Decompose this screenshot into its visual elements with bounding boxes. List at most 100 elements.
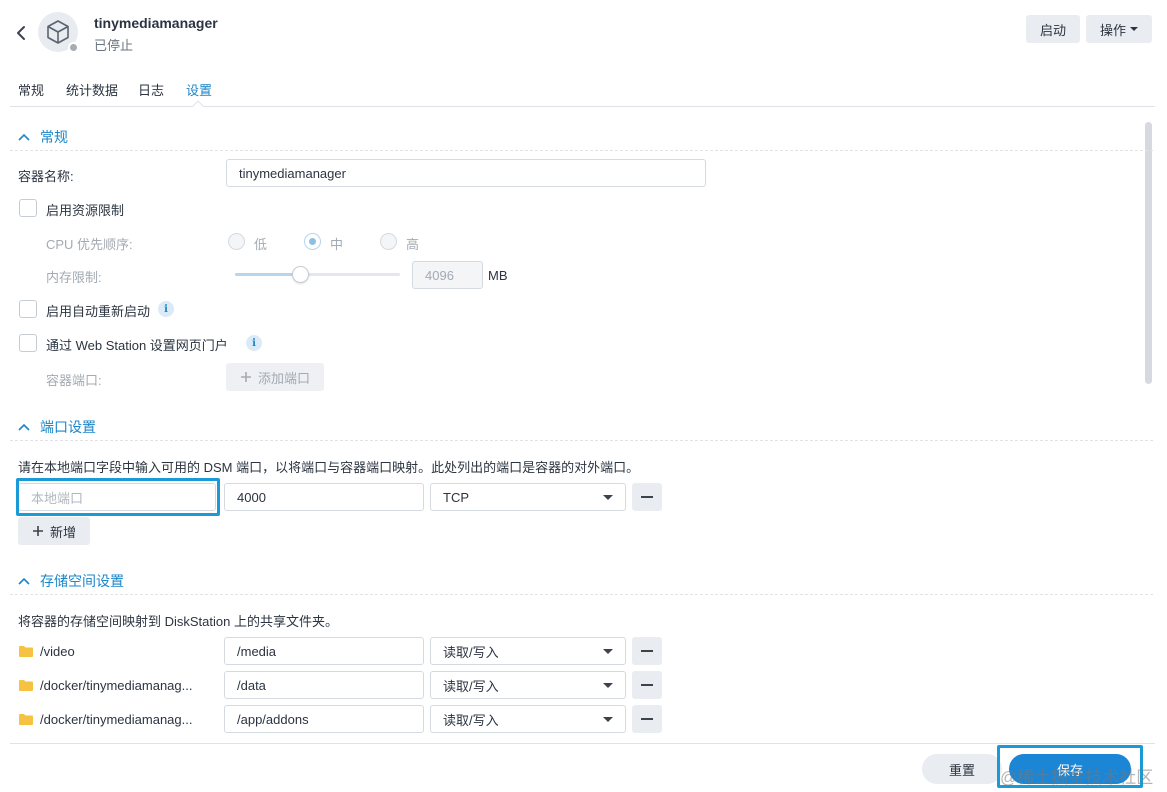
memory-limit-label: 内存限制: bbox=[46, 270, 102, 285]
chevron-up-icon bbox=[18, 577, 30, 585]
chevron-up-icon bbox=[18, 133, 30, 141]
tab-logs[interactable]: 日志 bbox=[138, 80, 164, 99]
container-port-input[interactable]: 4000 bbox=[224, 483, 424, 511]
ports-description: 请在本地端口字段中输入可用的 DSM 端口，以将端口与容器端口映射。此处列出的端… bbox=[18, 460, 640, 475]
storage-folder-path: /docker/tinymediamanag... bbox=[40, 678, 193, 693]
cpu-priority-label: CPU 优先顺序: bbox=[46, 237, 133, 252]
section-storage-header[interactable]: 存储空间设置 bbox=[18, 571, 124, 591]
protocol-select[interactable]: TCP bbox=[430, 483, 626, 511]
caret-down-icon bbox=[1130, 27, 1138, 31]
tab-active-indicator bbox=[192, 100, 204, 107]
remove-storage-button[interactable] bbox=[632, 671, 662, 699]
storage-description: 将容器的存储空间映射到 DiskStation 上的共享文件夹。 bbox=[18, 614, 338, 629]
footer-divider bbox=[10, 743, 1155, 744]
start-button[interactable]: 启动 bbox=[1026, 15, 1080, 43]
chevron-left-icon bbox=[17, 26, 25, 40]
app-status: 已停止 bbox=[94, 38, 134, 53]
section-divider bbox=[10, 594, 1153, 595]
permission-select[interactable]: 读取/写入 bbox=[430, 705, 626, 733]
local-port-input[interactable]: 本地端口 bbox=[18, 483, 216, 511]
folder-icon bbox=[19, 680, 33, 691]
minus-icon bbox=[641, 684, 653, 686]
info-icon[interactable]: i bbox=[158, 301, 174, 317]
storage-folder-path: /docker/tinymediamanag... bbox=[40, 712, 193, 727]
section-ports-header[interactable]: 端口设置 bbox=[18, 417, 96, 437]
section-storage-title: 存储空间设置 bbox=[40, 573, 124, 589]
permission-select[interactable]: 读取/写入 bbox=[430, 671, 626, 699]
package-box-icon bbox=[47, 20, 69, 44]
container-name-label: 容器名称: bbox=[18, 169, 74, 184]
web-station-checkbox[interactable] bbox=[19, 334, 37, 352]
section-general-title: 常规 bbox=[40, 129, 68, 145]
section-divider bbox=[10, 150, 1153, 151]
tab-settings[interactable]: 设置 bbox=[186, 80, 212, 99]
mount-path-input[interactable]: /data bbox=[224, 671, 424, 699]
mount-path-value: /data bbox=[237, 677, 266, 693]
section-divider bbox=[10, 440, 1153, 441]
plus-icon bbox=[240, 372, 251, 382]
remove-storage-button[interactable] bbox=[632, 637, 662, 665]
cpu-medium-radio[interactable] bbox=[304, 233, 321, 250]
container-name-input[interactable]: tinymediamanager bbox=[226, 159, 706, 187]
minus-icon bbox=[641, 650, 653, 652]
section-ports-title: 端口设置 bbox=[40, 419, 96, 435]
container-port-value: 4000 bbox=[237, 489, 266, 505]
tab-general[interactable]: 常规 bbox=[18, 80, 44, 99]
memory-slider-handle[interactable] bbox=[292, 266, 309, 283]
info-icon[interactable]: i bbox=[246, 335, 262, 351]
cpu-low-radio[interactable] bbox=[228, 233, 245, 250]
minus-icon bbox=[641, 718, 653, 720]
caret-down-icon bbox=[603, 494, 613, 500]
resource-limit-label: 启用资源限制 bbox=[46, 203, 125, 218]
tab-statistics[interactable]: 统计数据 bbox=[66, 80, 118, 99]
caret-down-icon bbox=[603, 648, 613, 654]
add-port-mapping-label: 新增 bbox=[49, 524, 76, 540]
storage-folder-path: /video bbox=[40, 644, 75, 659]
app-name: tinymediamanager bbox=[94, 15, 218, 31]
status-dot bbox=[68, 42, 79, 53]
cpu-medium-label: 中 bbox=[330, 237, 344, 252]
add-port-mapping-button[interactable]: 新增 bbox=[18, 517, 90, 545]
back-button[interactable] bbox=[12, 22, 32, 44]
auto-restart-label: 启用自动重新启动 bbox=[46, 304, 151, 319]
container-port-label: 容器端口: bbox=[46, 373, 102, 388]
add-port-button[interactable]: 添加端口 bbox=[226, 363, 324, 391]
memory-limit-input[interactable]: 4096 bbox=[412, 261, 483, 289]
memory-limit-value: 4096 bbox=[425, 267, 454, 283]
web-station-label: 通过 Web Station 设置网页门户 bbox=[46, 338, 228, 353]
operations-button[interactable]: 操作 bbox=[1086, 15, 1152, 43]
mount-path-input[interactable]: /media bbox=[224, 637, 424, 665]
permission-value: 读取/写入 bbox=[443, 712, 499, 728]
mount-path-input[interactable]: /app/addons bbox=[224, 705, 424, 733]
cpu-high-label: 高 bbox=[406, 237, 420, 252]
tabs-divider bbox=[10, 106, 1155, 107]
memory-unit: MB bbox=[488, 268, 508, 283]
scrollbar-thumb[interactable] bbox=[1145, 122, 1152, 384]
permission-value: 读取/写入 bbox=[443, 644, 499, 660]
caret-down-icon bbox=[603, 682, 613, 688]
container-name-value: tinymediamanager bbox=[239, 165, 346, 181]
add-port-label: 添加端口 bbox=[257, 370, 310, 386]
cpu-high-radio[interactable] bbox=[380, 233, 397, 250]
resource-limit-checkbox[interactable] bbox=[19, 199, 37, 217]
mount-path-value: /app/addons bbox=[237, 711, 309, 727]
permission-select[interactable]: 读取/写入 bbox=[430, 637, 626, 665]
plus-icon bbox=[32, 526, 43, 536]
chevron-up-icon bbox=[18, 423, 30, 431]
caret-down-icon bbox=[603, 716, 613, 722]
cpu-low-label: 低 bbox=[254, 237, 268, 252]
watermark: @稀土掘金技术社区 bbox=[1000, 768, 1154, 787]
mount-path-value: /media bbox=[237, 643, 277, 659]
permission-value: 读取/写入 bbox=[443, 678, 499, 694]
auto-restart-checkbox[interactable] bbox=[19, 300, 37, 318]
remove-port-button[interactable] bbox=[632, 483, 662, 511]
folder-icon bbox=[19, 646, 33, 657]
remove-storage-button[interactable] bbox=[632, 705, 662, 733]
protocol-value: TCP bbox=[443, 489, 469, 505]
reset-button[interactable]: 重置 bbox=[922, 754, 1002, 784]
local-port-placeholder: 本地端口 bbox=[31, 490, 84, 506]
operations-label: 操作 bbox=[1099, 22, 1126, 38]
folder-icon bbox=[19, 714, 33, 725]
section-general-header[interactable]: 常规 bbox=[18, 127, 68, 147]
minus-icon bbox=[641, 496, 653, 498]
